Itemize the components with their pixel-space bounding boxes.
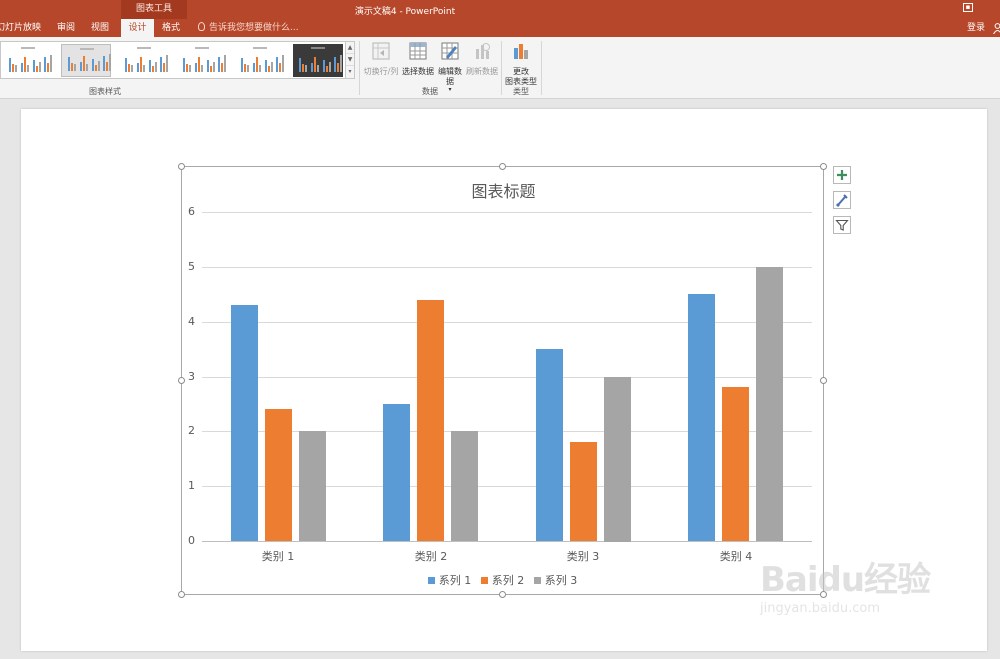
resize-handle-bottom-right[interactable]	[820, 591, 827, 598]
bar-series-2-category-2[interactable]	[417, 300, 444, 541]
bar-series-1-category-3[interactable]	[536, 349, 563, 541]
gallery-scroll-down-icon[interactable]: ▼	[346, 54, 354, 66]
chart-style-6[interactable]	[293, 44, 343, 77]
select-data-icon	[409, 42, 427, 60]
chart-style-2[interactable]	[61, 44, 111, 77]
tab-design[interactable]: 设计	[121, 19, 154, 37]
legend-label-series-2: 系列 2	[491, 574, 525, 587]
resize-handle-top-left[interactable]	[178, 163, 185, 170]
change-chart-type-button[interactable]: 更改 图表类型	[503, 41, 539, 87]
bar-series-1-category-4[interactable]	[688, 294, 715, 541]
bar-series-3-category-4[interactable]	[756, 267, 783, 541]
legend-label-series-1: 系列 1	[438, 574, 472, 587]
bar-series-1-category-1[interactable]	[231, 305, 258, 541]
change-chart-type-icon	[514, 44, 528, 59]
bar-series-2-category-3[interactable]	[570, 442, 597, 541]
chart-styles-gallery	[0, 41, 354, 79]
bar-series-3-category-1[interactable]	[299, 431, 326, 541]
tab-view[interactable]: 视图	[87, 19, 113, 37]
edit-data-label: 编辑数据	[438, 67, 462, 86]
gallery-scroll-up-icon[interactable]: ▲	[346, 42, 354, 54]
legend-item: 系列 3	[533, 572, 578, 588]
chart-styles-icon	[836, 194, 848, 207]
edit-data-icon	[441, 42, 459, 60]
lightbulb-icon	[198, 22, 205, 31]
resize-handle-bottom-left[interactable]	[178, 591, 185, 598]
gridline	[202, 212, 812, 213]
bar-series-3-category-3[interactable]	[604, 377, 631, 542]
chart-style-4[interactable]	[177, 44, 227, 77]
y-tick-label: 1	[188, 479, 195, 492]
change-chart-type-label-1: 更改	[513, 67, 529, 76]
ribbon-display-options-icon[interactable]: ▪	[963, 3, 973, 12]
refresh-data-button[interactable]: 刷新数据	[465, 41, 499, 77]
bar-series-3-category-2[interactable]	[451, 431, 478, 541]
group-label-data: 数据	[422, 87, 438, 96]
tab-format[interactable]: 格式	[158, 19, 184, 37]
legend-item: 系列 1	[427, 572, 472, 588]
y-tick-label: 4	[188, 315, 195, 328]
chart-styles-button[interactable]	[833, 191, 851, 209]
legend-swatch-series-1	[427, 577, 435, 584]
resize-handle-top-right[interactable]	[820, 163, 827, 170]
gridline	[202, 431, 812, 432]
legend-swatch-series-2	[480, 577, 488, 584]
chart-elements-icon	[837, 170, 847, 180]
y-tick-label: 6	[188, 205, 195, 218]
gallery-more-icon[interactable]: ▾	[346, 66, 354, 78]
y-tick-label: 5	[188, 260, 195, 273]
gridline	[202, 267, 812, 268]
gridline	[202, 541, 812, 542]
chart-style-5[interactable]	[235, 44, 285, 77]
user-icon[interactable]	[993, 23, 1000, 34]
chart-style-3[interactable]	[119, 44, 169, 77]
x-tick-label: 类别 1	[261, 550, 295, 563]
ribbon-separator	[541, 41, 542, 95]
bar-series-2-category-1[interactable]	[265, 409, 292, 541]
switch-row-column-button[interactable]: 切换行/列	[362, 41, 400, 77]
chart-title[interactable]: 图表标题	[182, 178, 825, 202]
legend-swatch-series-3	[533, 577, 541, 584]
login-link[interactable]: 登录	[967, 19, 985, 37]
gridline	[202, 322, 812, 323]
y-tick-label: 2	[188, 424, 195, 437]
tell-me-box[interactable]: 告诉我您想要做什么...	[198, 19, 299, 37]
refresh-data-icon	[476, 43, 490, 59]
chart-legend[interactable]: 系列 1 系列 2 系列 3	[181, 572, 824, 588]
tell-me-text: 告诉我您想要做什么...	[209, 23, 299, 33]
chart-style-1[interactable]	[3, 44, 53, 77]
x-tick-label: 类别 3	[566, 550, 600, 563]
ribbon-tabs: 幻灯片放映 审阅 视图 设计 格式 告诉我您想要做什么... 登录	[0, 19, 1000, 37]
refresh-data-label: 刷新数据	[466, 67, 498, 76]
gallery-scroll: ▲ ▼ ▾	[345, 41, 355, 79]
gridline	[202, 486, 812, 487]
ribbon: ▲ ▼ ▾ 图表样式 切换行/列 选择数据 编辑数据 ▾ 刷新数据 数据 更改 …	[0, 37, 1000, 99]
y-tick-label: 3	[188, 370, 195, 383]
tab-slideshow[interactable]: 幻灯片放映	[0, 19, 45, 37]
gridline	[202, 377, 812, 378]
group-label-type: 类型	[513, 87, 529, 96]
tab-review[interactable]: 审阅	[53, 19, 79, 37]
resize-handle-top[interactable]	[499, 163, 506, 170]
select-data-button[interactable]: 选择数据	[401, 41, 435, 77]
chart-filters-button[interactable]	[833, 216, 851, 234]
window-title: 演示文稿4 - PowerPoint	[354, 7, 456, 17]
chart-tools-context-label: 图表工具	[121, 0, 187, 19]
bar-series-1-category-2[interactable]	[383, 404, 410, 541]
title-bar: 图表工具 演示文稿4 - PowerPoint ▪ 幻灯片放映 审阅 视图 设计…	[0, 0, 1000, 37]
chart-elements-button[interactable]	[833, 166, 851, 184]
switch-row-column-icon	[372, 42, 390, 60]
chart-filters-icon	[835, 219, 849, 231]
resize-handle-right[interactable]	[820, 377, 827, 384]
select-data-label: 选择数据	[402, 67, 434, 76]
x-tick-label: 类别 2	[414, 550, 448, 563]
bar-series-2-category-4[interactable]	[722, 387, 749, 541]
switch-row-column-label: 切换行/列	[363, 67, 399, 76]
x-tick-label: 类别 4	[719, 550, 753, 563]
legend-item: 系列 2	[480, 572, 525, 588]
legend-label-series-3: 系列 3	[544, 574, 578, 587]
group-label-chart-styles: 图表样式	[89, 87, 121, 96]
resize-handle-bottom[interactable]	[499, 591, 506, 598]
y-tick-label: 0	[188, 534, 195, 547]
